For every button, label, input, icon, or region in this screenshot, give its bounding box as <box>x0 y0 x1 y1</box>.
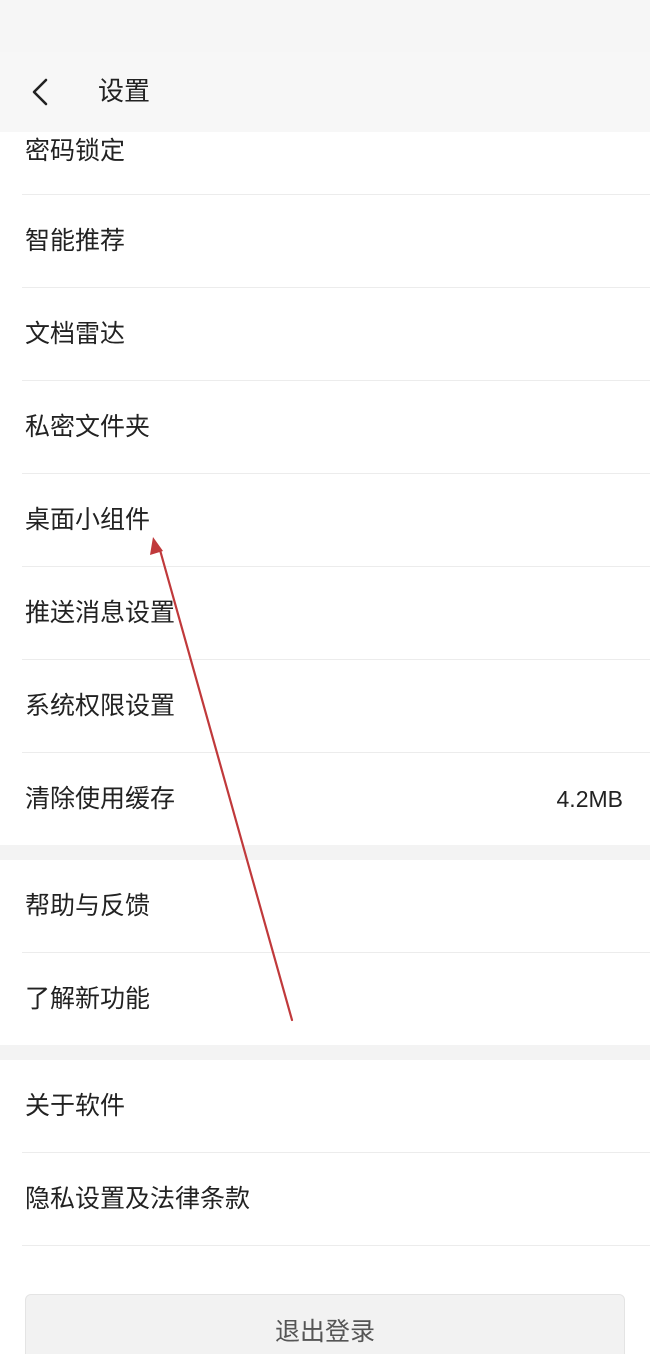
logout-label: 退出登录 <box>274 1317 375 1346</box>
setting-label: 私密文件夹 <box>25 412 151 441</box>
setting-label: 关于软件 <box>25 1091 126 1120</box>
setting-push-notifications[interactable]: 推送消息设置 <box>0 567 650 659</box>
setting-label: 智能推荐 <box>25 226 126 255</box>
setting-whats-new[interactable]: 了解新功能 <box>0 953 650 1045</box>
cache-size-value: 4.2MB <box>556 786 623 812</box>
status-bar <box>0 0 650 52</box>
setting-desktop-widget[interactable]: 桌面小组件 <box>0 474 650 566</box>
setting-label: 推送消息设置 <box>25 598 176 627</box>
section-gap <box>0 845 650 860</box>
setting-label: 系统权限设置 <box>25 691 176 720</box>
setting-document-radar[interactable]: 文档雷达 <box>0 288 650 380</box>
divider <box>22 1245 650 1246</box>
setting-help-feedback[interactable]: 帮助与反馈 <box>0 860 650 952</box>
setting-label: 隐私设置及法律条款 <box>25 1184 251 1213</box>
setting-label: 密码锁定 <box>25 136 126 165</box>
setting-smart-recommend[interactable]: 智能推荐 <box>0 195 650 287</box>
page-title: 设置 <box>98 77 151 107</box>
setting-label: 清除使用缓存 <box>25 784 176 813</box>
back-button[interactable] <box>20 70 64 114</box>
setting-label: 了解新功能 <box>25 984 151 1013</box>
setting-about[interactable]: 关于软件 <box>0 1060 650 1152</box>
setting-label: 桌面小组件 <box>25 505 151 534</box>
setting-password-lock[interactable]: 密码锁定 <box>0 132 650 194</box>
setting-label: 文档雷达 <box>25 319 126 348</box>
header-bar: 设置 <box>0 52 650 132</box>
settings-screen: 设置 密码锁定 智能推荐 文档雷达 私密文件夹 桌面小组件 推送消息设置 系统权… <box>0 0 650 1354</box>
logout-button[interactable]: 退出登录 <box>25 1294 625 1354</box>
setting-system-permissions[interactable]: 系统权限设置 <box>0 660 650 752</box>
chevron-left-icon <box>32 78 48 106</box>
setting-private-folder[interactable]: 私密文件夹 <box>0 381 650 473</box>
setting-privacy-legal[interactable]: 隐私设置及法律条款 <box>0 1153 650 1245</box>
section-gap <box>0 1045 650 1060</box>
setting-clear-cache[interactable]: 清除使用缓存 4.2MB <box>0 753 650 845</box>
setting-label: 帮助与反馈 <box>25 891 151 920</box>
